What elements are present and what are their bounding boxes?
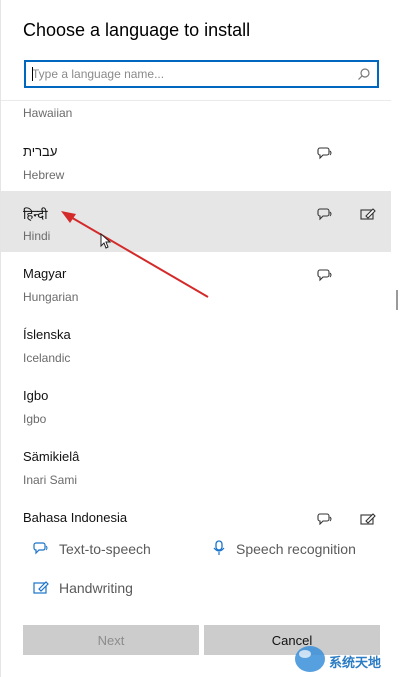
dialog-title: Choose a language to install bbox=[23, 20, 251, 40]
language-item-inari-sami[interactable]: Sämikielâ Inari Sami bbox=[1, 435, 391, 496]
search-input[interactable] bbox=[32, 64, 352, 84]
language-english-name: Igbo bbox=[23, 412, 47, 426]
partial-language-label: Hawaiian bbox=[23, 106, 73, 120]
language-item-hindi[interactable]: हिन्दी Hindi bbox=[1, 191, 391, 252]
handwriting-icon bbox=[360, 513, 376, 525]
microphone-icon bbox=[213, 540, 225, 555]
search-icon[interactable] bbox=[357, 67, 371, 81]
language-item-igbo[interactable]: Igbo Igbo bbox=[1, 374, 391, 435]
text-to-speech-icon bbox=[317, 513, 332, 525]
legend-tts-label: Text-to-speech bbox=[59, 541, 151, 557]
language-english-name: Hebrew bbox=[23, 168, 65, 182]
language-item-hebrew[interactable]: עברית Hebrew bbox=[1, 130, 391, 191]
text-to-speech-icon bbox=[33, 542, 48, 555]
language-native-name: Bahasa Indonesia bbox=[23, 510, 128, 525]
feature-legend: Text-to-speech Speech recognition Handwr… bbox=[1, 530, 400, 610]
language-list: Hawaiian עברית Hebrew हिन्दी Hindi Magya… bbox=[1, 100, 391, 525]
list-scrollbar[interactable] bbox=[396, 290, 398, 310]
language-english-name: Inari Sami bbox=[23, 473, 78, 487]
watermark-logo-icon bbox=[295, 646, 325, 672]
text-to-speech-icon bbox=[317, 269, 332, 282]
language-native-name: हिन्दी bbox=[23, 207, 48, 222]
text-to-speech-icon bbox=[317, 147, 332, 160]
legend-handwriting-label: Handwriting bbox=[59, 580, 133, 596]
language-native-name: Íslenska bbox=[23, 327, 71, 342]
language-english-name: Icelandic bbox=[23, 351, 71, 365]
language-native-name: Igbo bbox=[23, 388, 49, 403]
text-to-speech-icon bbox=[317, 208, 332, 221]
search-box[interactable] bbox=[24, 60, 379, 88]
handwriting-icon bbox=[360, 208, 376, 220]
language-item-indonesian[interactable]: Bahasa Indonesia bbox=[1, 496, 391, 525]
handwriting-icon bbox=[33, 581, 49, 594]
language-english-name: Hungarian bbox=[23, 290, 79, 304]
language-english-name: Hindi bbox=[23, 229, 51, 243]
watermark-text: 系统天地 bbox=[329, 655, 382, 670]
watermark: 系统天地 bbox=[291, 640, 400, 677]
language-native-name: Magyar bbox=[23, 266, 67, 281]
language-install-dialog: Choose a language to install Hawaiian עב… bbox=[0, 0, 400, 677]
mouse-cursor-icon bbox=[100, 233, 112, 249]
language-item-hungarian[interactable]: Magyar Hungarian bbox=[1, 252, 391, 313]
text-caret bbox=[32, 67, 33, 81]
next-button[interactable]: Next bbox=[23, 625, 199, 655]
language-item-icelandic[interactable]: Íslenska Icelandic bbox=[1, 313, 391, 374]
language-native-name: עברית bbox=[23, 144, 58, 159]
language-native-name: Sämikielâ bbox=[23, 449, 80, 464]
legend-speech-label: Speech recognition bbox=[236, 541, 356, 557]
